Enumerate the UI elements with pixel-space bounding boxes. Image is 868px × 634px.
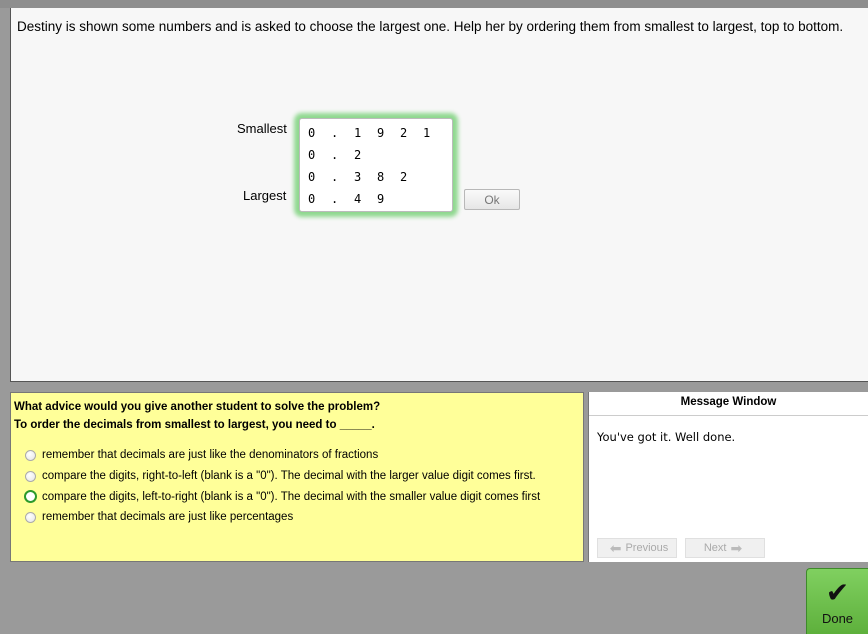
digit: 0 [308,148,316,162]
ordering-row-1[interactable]: 0 . 1 9 2 1 [308,126,446,144]
top-strip [0,0,868,8]
digit: 0 [308,170,316,184]
digit: 0 [308,192,316,206]
digit: 2 [400,170,408,184]
previous-button[interactable]: ⬅ Previous [597,538,677,558]
radio-button[interactable] [25,449,36,461]
digit: 4 [354,192,362,206]
message-window-title: Message Window [589,392,868,416]
next-label: Next [703,542,727,554]
radio-button-selected[interactable] [24,490,37,503]
ordering-row-3[interactable]: 0 . 3 8 2 [308,170,423,188]
checkmark-icon: ✔ [825,577,850,608]
digit: 2 [354,148,362,162]
digit: . [331,126,339,140]
arrow-right-icon: ➡ [730,539,743,556]
option-label: compare the digits, left-to-right (blank… [42,490,541,503]
ordering-row-4[interactable]: 0 . 4 9 [308,192,400,210]
next-button[interactable]: Next ➡ [685,538,765,558]
ordering-list[interactable]: 0 . 1 9 2 1 0 . 2 0 . 3 8 2 0 . 4 9 [299,118,453,212]
ok-button[interactable]: Ok [464,189,520,210]
digit: 8 [377,170,385,184]
digit: . [331,148,339,162]
advice-option-3[interactable]: compare the digits, left-to-right (blank… [24,490,541,503]
advice-panel: What advice would you give another stude… [10,392,584,562]
advice-question: What advice would you give another stude… [14,401,381,413]
arrow-left-icon: ⬅ [609,539,622,556]
option-label: remember that decimals are just like the… [42,449,379,461]
advice-option-1[interactable]: remember that decimals are just like the… [25,449,378,461]
advice-option-2[interactable]: compare the digits, right-to-left (blank… [25,470,536,482]
done-label: Done [821,611,854,626]
advice-prompt: To order the decimals from smallest to l… [14,419,375,431]
digit: 9 [377,192,385,206]
digit: 3 [354,170,362,184]
digit: . [331,192,339,206]
radio-button[interactable] [25,511,36,523]
done-button[interactable]: ✔ Done [806,568,868,634]
digit: . [331,170,339,184]
digit: 1 [354,126,362,140]
message-window: Message Window You've got it. Well done.… [588,392,868,562]
radio-button[interactable] [25,470,36,482]
largest-label: Largest [243,188,287,203]
digit: 2 [400,126,408,140]
option-label: compare the digits, right-to-left (blank… [42,470,536,482]
option-label: remember that decimals are just like per… [42,511,294,523]
smallest-label: Smallest [237,121,287,136]
problem-panel: Destiny is shown some numbers and is ask… [10,8,868,382]
digit: 0 [308,126,316,140]
advice-option-4[interactable]: remember that decimals are just like per… [25,511,293,523]
previous-label: Previous [625,542,669,554]
message-text: You've got it. Well done. [597,430,736,444]
instruction-text: Destiny is shown some numbers and is ask… [17,19,844,34]
digit: 1 [423,126,431,140]
digit: 9 [377,126,385,140]
ordering-row-2[interactable]: 0 . 2 [308,148,377,166]
